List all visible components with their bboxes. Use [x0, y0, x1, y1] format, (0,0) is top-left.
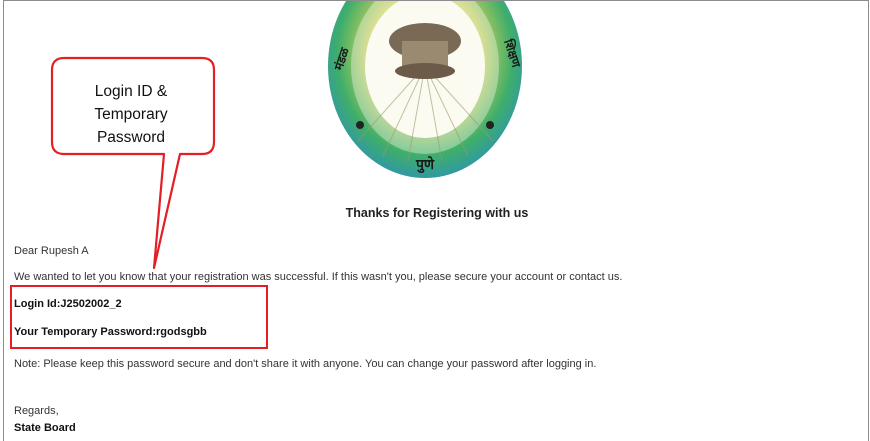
- signature-text: State Board: [14, 422, 76, 434]
- intro-text: We wanted to let you know that your regi…: [14, 271, 623, 283]
- callout-line-1: Login ID &: [94, 83, 168, 100]
- note-text: Note: Please keep this password secure a…: [14, 358, 597, 370]
- callout-line-3: Password: [96, 129, 166, 146]
- logo-bottom-text: पुणे: [415, 156, 435, 174]
- board-emblem-logo: पुणे मंडळ शिक्षण: [328, 1, 522, 178]
- callout-text: Login ID & Temporary Password: [56, 80, 206, 149]
- callout-line-2: Temporary: [94, 106, 168, 123]
- credentials-highlight-box: [10, 285, 268, 349]
- regards-text: Regards,: [14, 405, 59, 417]
